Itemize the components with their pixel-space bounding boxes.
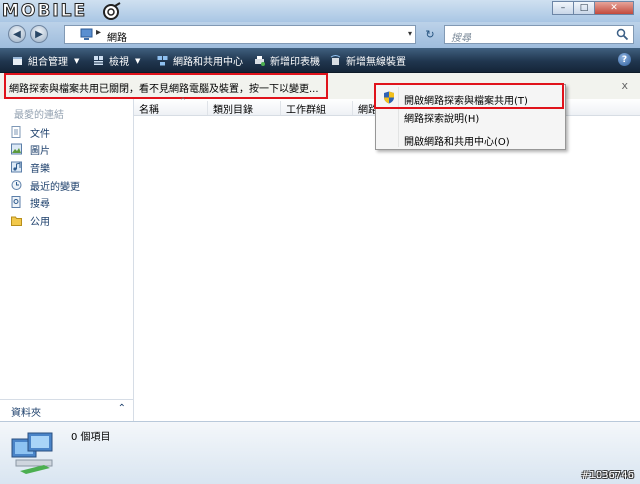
views-icon [94,56,103,65]
nav-item-recent-changes[interactable]: 最近的變更 [11,177,80,193]
address-history-chevron[interactable]: ▾ [408,29,412,38]
details-pane: 0 個項目 #1036746 [0,421,640,484]
breadcrumb-location[interactable]: 網路 [107,29,127,44]
nav-item-search[interactable]: 搜尋 [11,194,50,210]
item-count: 0 個項目 [71,432,111,443]
help-icon[interactable]: ? [618,53,631,66]
search-folder-icon [11,196,21,208]
menu-item-label: 開啟網路和共用中心(O) [404,137,510,148]
network-center-icon [157,56,168,66]
folders-label: 資料夾 [11,408,41,419]
nav-item-label: 文件 [30,128,50,140]
close-button[interactable]: ✕ [594,1,634,15]
organize-label: 組合管理 [28,57,68,68]
forward-button[interactable]: ▶ [30,25,48,43]
maximize-button[interactable]: □ [573,1,595,15]
menu-item-open-network-center[interactable]: 開啟網路和共用中心(O) [378,129,563,148]
address-bar[interactable]: ▸ 網路 ▾ [64,25,416,44]
column-header-workgroup[interactable]: 工作群組 [281,101,353,116]
add-wireless-label: 新增無線裝置 [346,57,406,68]
sort-indicator-icon: ^ [180,97,186,105]
printer-icon [255,56,265,66]
organize-dropdown-icon: ▼ [74,56,80,65]
network-computers-icon [11,432,53,474]
search-icon[interactable] [616,28,629,41]
refresh-button[interactable]: ↻ [420,25,440,44]
breadcrumb-separator[interactable]: ▸ [96,27,101,38]
organize-button[interactable]: 組合管理 ▼ [12,53,79,68]
add-wireless-button[interactable]: 新增無線裝置 [330,53,406,68]
nav-item-label: 音樂 [30,163,50,175]
menu-annotation-box [374,83,564,109]
search-input[interactable]: 搜尋 [444,25,634,44]
column-label: 類別目錄 [213,105,253,116]
nav-item-label: 搜尋 [30,198,50,210]
address-row: ◀ ▶ ▸ 網路 ▾ ↻ 搜尋 [0,22,640,48]
command-toolbar: 組合管理 ▼ 檢視 ▼ 網路和共用中心 新增印表機 新增無線裝置 ? [0,48,640,73]
nav-item-label: 最近的變更 [30,181,80,193]
title-bar: MOBILE – □ ✕ [0,0,640,22]
network-folder-icon [80,28,93,40]
column-header-name[interactable]: 名稱 ^ [134,97,208,116]
column-label: 名稱 [139,105,159,116]
favorite-links-title: 最愛的連結 [14,110,64,121]
music-icon [11,161,22,173]
views-button[interactable]: 檢視 ▼ [93,53,140,68]
chevron-up-icon[interactable]: ⌃ [118,403,126,414]
nav-item-label: 圖片 [30,145,50,157]
logo-mark-icon [103,2,121,20]
add-printer-button[interactable]: 新增印表機 [254,53,320,68]
window-controls: – □ ✕ [552,1,634,15]
network-center-button[interactable]: 網路和共用中心 [157,53,243,68]
site-logo-text: MOBILE [1,1,88,22]
infobar-annotation-box [4,73,328,99]
nav-item-label: 公用 [30,216,50,228]
nav-item-documents[interactable]: 文件 [11,124,50,140]
network-center-label: 網路和共用中心 [173,57,243,68]
nav-item-pictures[interactable]: 圖片 [11,141,50,157]
search-placeholder: 搜尋 [451,33,471,44]
navigation-pane: 最愛的連結 文件 圖片 音樂 最近的變更 搜尋 公用 資料夾 ⌃ [0,99,134,422]
infobar-close-icon[interactable]: x [621,79,628,92]
folders-toggle[interactable]: 資料夾 ⌃ [0,399,133,422]
public-folder-icon [11,216,22,226]
documents-icon [11,126,21,138]
views-label: 檢視 [109,57,129,68]
minimize-button[interactable]: – [552,1,574,15]
recent-changes-icon [11,180,22,190]
column-label: 工作群組 [286,105,326,116]
column-header-category[interactable]: 類別目錄 [208,101,281,116]
pictures-icon [11,143,22,155]
menu-item-label: 網路探索說明(H) [404,114,480,125]
watermark-text: #1036746 [581,470,634,481]
organize-icon [13,57,22,65]
add-printer-label: 新增印表機 [270,57,320,68]
nav-item-public[interactable]: 公用 [11,212,50,228]
back-button[interactable]: ◀ [8,25,26,43]
wireless-device-icon [330,55,341,65]
views-dropdown-icon: ▼ [135,56,141,65]
nav-item-music[interactable]: 音樂 [11,159,50,175]
